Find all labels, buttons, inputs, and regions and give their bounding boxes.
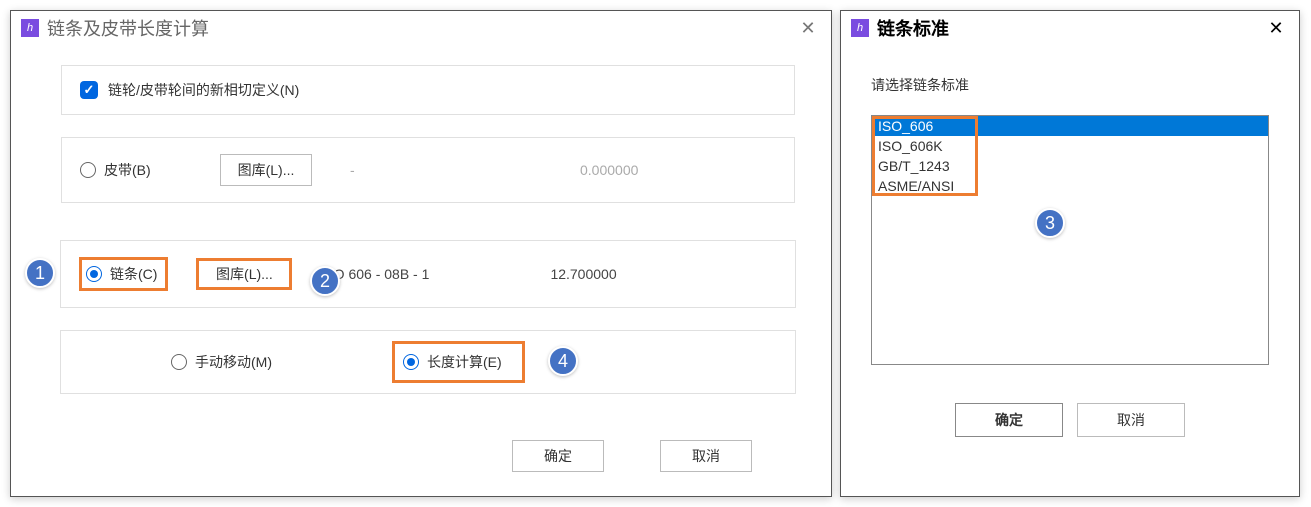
chain-radio-highlight: 链条(C) <box>79 257 168 291</box>
radio-length-calc-label: 长度计算(E) <box>427 352 502 372</box>
group-tangent-def: ✓ 链轮/皮带轮间的新相切定义(N) <box>61 65 795 115</box>
prompt-select-standard: 请选择链条标准 <box>871 75 1269 95</box>
dialog-chain-standard: h 链条标准 ✕ 请选择链条标准 ISO_606 ISO_606K GB/T_1… <box>840 10 1300 497</box>
title-left: 链条及皮带长度计算 <box>47 15 795 41</box>
footer-right: 确定 取消 <box>871 403 1269 437</box>
body-left: ✓ 链轮/皮带轮间的新相切定义(N) 皮带(B) 图库(L)... - 0.00… <box>11 45 831 245</box>
title-right: 链条标准 <box>877 15 1263 41</box>
row-calc-mode: 手动移动(M) 长度计算(E) <box>60 330 796 394</box>
cancel-button-right[interactable]: 取消 <box>1077 403 1185 437</box>
belt-value: 0.000000 <box>580 162 760 178</box>
list-item[interactable]: GB/T_1243 <box>872 156 1268 176</box>
titlebar-left: h 链条及皮带长度计算 ✕ <box>11 11 831 45</box>
row-chain-real: 链条(C) 图库(L)... ISO 606 - 08B - 1 12.7000… <box>60 240 796 308</box>
body-right: 请选择链条标准 ISO_606 ISO_606K GB/T_1243 ASME/… <box>841 45 1299 447</box>
callout-1: 1 <box>25 258 55 288</box>
cancel-button-left[interactable]: 取消 <box>660 440 752 472</box>
radio-chain[interactable] <box>86 266 102 282</box>
callout-4: 4 <box>548 346 578 376</box>
belt-desc-text: - <box>350 162 580 178</box>
radio-manual-wrap: 手动移动(M) <box>171 352 272 372</box>
radio-manual-label: 手动移动(M) <box>195 352 272 372</box>
row-belt: 皮带(B) 图库(L)... - 0.000000 <box>61 137 795 203</box>
radio-belt-label: 皮带(B) <box>104 160 151 180</box>
footer-left: 确定 取消 <box>60 440 796 472</box>
radio-calc-highlight: 长度计算(E) <box>392 341 525 383</box>
app-icon-right: h <box>851 19 869 37</box>
radio-manual-move[interactable] <box>171 354 187 370</box>
list-item[interactable]: ASME/ANSI <box>872 176 1268 196</box>
belt-library-button[interactable]: 图库(L)... <box>220 154 312 186</box>
callout-3: 3 <box>1035 208 1065 238</box>
app-icon: h <box>21 19 39 37</box>
close-icon-right[interactable]: ✕ <box>1263 15 1289 41</box>
close-icon[interactable]: ✕ <box>795 15 821 41</box>
list-item[interactable]: ISO_606K <box>872 136 1268 156</box>
checkbox-tangent-label: 链轮/皮带轮间的新相切定义(N) <box>108 80 299 100</box>
titlebar-right: h 链条标准 ✕ <box>841 11 1299 45</box>
chain-library-button[interactable]: 图库(L)... <box>196 258 292 290</box>
ok-button-right[interactable]: 确定 <box>955 403 1063 437</box>
radio-belt[interactable] <box>80 162 96 178</box>
callout-2: 2 <box>310 266 340 296</box>
ok-button-left[interactable]: 确定 <box>512 440 604 472</box>
radio-chain-label: 链条(C) <box>110 264 157 284</box>
list-item[interactable]: ISO_606 <box>872 116 1268 136</box>
checkbox-tangent-def[interactable]: ✓ <box>80 81 98 99</box>
chain-value: 12.700000 <box>550 266 730 282</box>
listbox-standards[interactable]: ISO_606 ISO_606K GB/T_1243 ASME/ANSI <box>871 115 1269 365</box>
radio-length-calc[interactable] <box>403 354 419 370</box>
chain-desc-text: ISO 606 - 08B - 1 <box>320 266 550 282</box>
